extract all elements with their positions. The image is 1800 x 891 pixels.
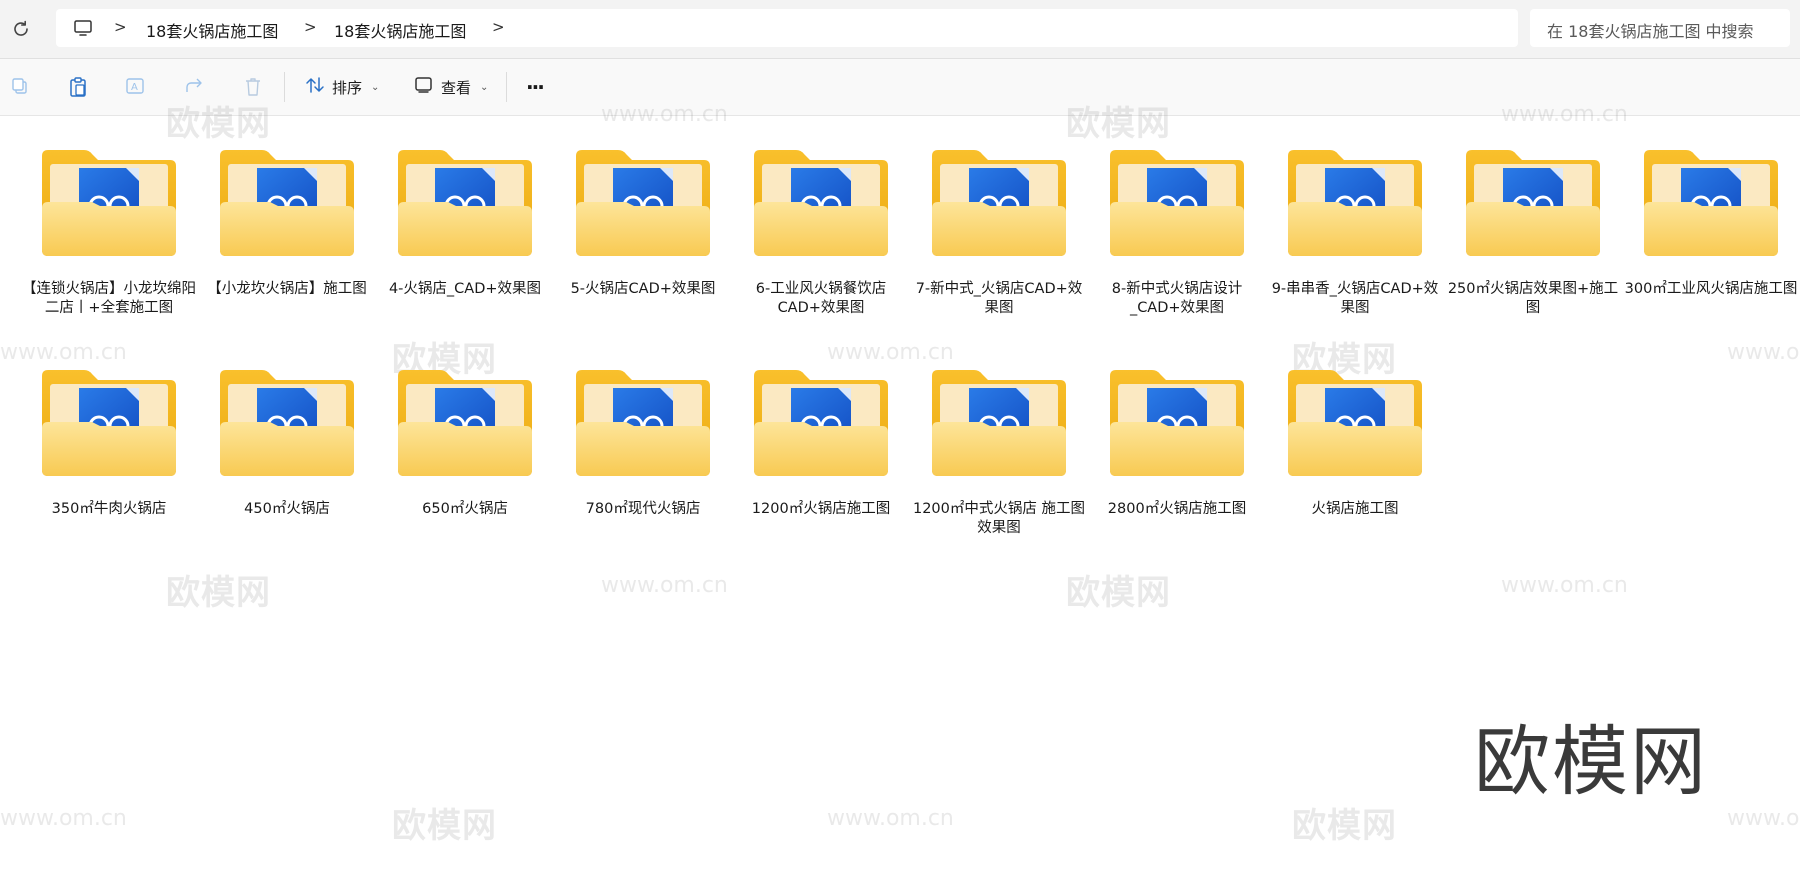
folder-icon [752, 146, 890, 260]
folder-name: 【小龙坎火锅店】施工图 [207, 281, 367, 297]
delete-icon[interactable] [243, 76, 263, 102]
folder-name: 8-新中式火锅店设计_CAD+效果图 [1111, 281, 1243, 316]
watermark-logo-large: 欧模网 [1474, 717, 1708, 806]
computer-icon[interactable] [73, 18, 93, 42]
watermark-url: www.om.cn [0, 340, 127, 365]
folder-name: 1200㎡火锅店施工图 [751, 501, 891, 517]
folder-icon [218, 146, 356, 260]
toolbar-divider [284, 72, 285, 102]
folder-name: 2800㎡火锅店施工图 [1107, 501, 1247, 517]
refresh-icon[interactable] [10, 18, 32, 40]
chevron-down-icon: ⌄ [371, 81, 380, 93]
more-icon: ··· [526, 75, 545, 99]
address-bar: > 18套火锅店施工图 > 18套火锅店施工图 > 在 18套火锅店施工图 中搜… [0, 0, 1800, 59]
breadcrumb-item[interactable]: 18套火锅店施工图 [334, 18, 466, 42]
search-input[interactable]: 在 18套火锅店施工图 中搜索 [1530, 9, 1790, 47]
folder-name: 6-工业风火锅餐饮店CAD+效果图 [755, 281, 887, 316]
folder-icon [930, 366, 1068, 480]
watermark-logo: 欧模网 [166, 573, 271, 613]
chevron-right-icon[interactable]: > [304, 18, 317, 36]
folder-name: 250㎡火锅店效果图+施工图 [1447, 281, 1619, 316]
folder-icon [40, 146, 178, 260]
folder-name: 780㎡现代火锅店 [585, 501, 701, 517]
view-button[interactable]: 查看 ⌄ [414, 73, 488, 101]
sort-label: 排序 [332, 78, 363, 97]
watermark-url: www.om.cn [827, 340, 954, 365]
share-icon[interactable] [184, 76, 206, 100]
folder-icon [1108, 366, 1246, 480]
view-label: 查看 [441, 78, 472, 97]
sort-button[interactable]: 排序 ⌄ [305, 73, 379, 101]
folder-icon [574, 366, 712, 480]
chevron-right-icon[interactable]: > [492, 18, 505, 36]
file-list: 欧模网 www.om.cn 欧模网 www.om.cn www.om.cn 欧模… [0, 102, 1800, 891]
paste-icon[interactable] [68, 76, 88, 102]
folder-icon [752, 366, 890, 480]
folder-name: 350㎡牛肉火锅店 [51, 501, 167, 517]
watermark-url: www.om.cn [1501, 573, 1628, 598]
search-placeholder: 在 18套火锅店施工图 中搜索 [1547, 22, 1754, 41]
folder-name: 7-新中式_火锅店CAD+效果图 [915, 281, 1083, 316]
folder-icon [40, 366, 178, 480]
folder-name: 1200㎡中式火锅店 施工图 效果图 [912, 501, 1085, 536]
folder-icon [396, 146, 534, 260]
folder-icon [930, 146, 1068, 260]
folder-name: 火锅店施工图 [1311, 501, 1399, 517]
command-bar: A 排序 ⌄ 查看 ⌄ ··· [0, 59, 1800, 116]
folder-icon [1286, 146, 1424, 260]
breadcrumb-item[interactable]: 18套火锅店施工图 [146, 18, 278, 42]
folder-name: 450㎡火锅店 [244, 501, 330, 517]
copy-icon[interactable] [10, 76, 30, 100]
svg-text:A: A [131, 82, 138, 93]
watermark-logo: 欧模网 [1066, 573, 1171, 613]
folder-icon [1642, 146, 1780, 260]
watermark-url: www.om.cn [827, 806, 954, 831]
folder-name: 4-火锅店_CAD+效果图 [388, 281, 542, 297]
folder-name: 5-火锅店CAD+效果图 [570, 281, 716, 297]
folder-icon [218, 366, 356, 480]
breadcrumb[interactable]: > 18套火锅店施工图 > 18套火锅店施工图 > [56, 9, 1518, 47]
folder-icon [396, 366, 534, 480]
folder-icon [1286, 366, 1424, 480]
chevron-down-icon: ⌄ [480, 81, 489, 93]
folder-name: 650㎡火锅店 [422, 501, 508, 517]
more-options-button[interactable]: ··· [526, 73, 545, 101]
watermark-url: www.om.cn [1727, 340, 1800, 365]
folder-name: 9-串串香_火锅店CAD+效果图 [1271, 281, 1439, 316]
toolbar-divider [506, 72, 507, 102]
folder-icon [574, 146, 712, 260]
view-icon [414, 76, 434, 98]
watermark-url: www.om.cn [601, 573, 728, 598]
folder-icon [1464, 146, 1602, 260]
folder-icon [1108, 146, 1246, 260]
folder-name: 300㎡工业风火锅店施工图 [1624, 281, 1798, 297]
folder-name: 【连锁火锅店】小龙坎绵阳二店丨+全套施工图 [22, 281, 196, 316]
watermark-logo: 欧模网 [392, 806, 497, 846]
watermark-logo: 欧模网 [1292, 806, 1397, 846]
chevron-right-icon[interactable]: > [114, 18, 127, 36]
watermark-url: www.om.cn [0, 806, 127, 831]
rename-icon[interactable]: A [125, 76, 147, 100]
watermark-url: www.om.cn [1727, 806, 1800, 831]
sort-icon [305, 76, 325, 98]
